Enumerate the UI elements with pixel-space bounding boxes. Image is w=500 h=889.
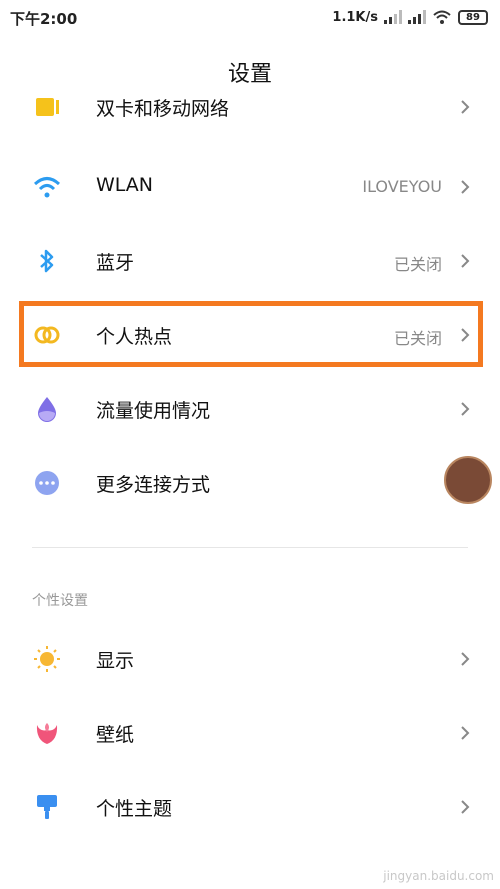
more-dots-icon: [35, 471, 59, 495]
wifi-status-icon: [433, 10, 451, 24]
settings-item-data-usage[interactable]: 流量使用情况: [0, 372, 500, 446]
chevron-right-icon: [461, 800, 470, 814]
chevron-right-icon: [461, 254, 470, 268]
settings-item-bluetooth[interactable]: 蓝牙 已关闭: [0, 224, 500, 298]
settings-item-label: 个性主题: [96, 798, 173, 820]
settings-item-wallpaper[interactable]: 壁纸: [0, 696, 500, 770]
chevron-right-icon: [461, 402, 470, 416]
chevron-right-icon: [461, 100, 470, 114]
divider: [32, 547, 468, 548]
settings-item-sim[interactable]: 双卡和移动网络: [0, 90, 500, 134]
settings-item-theme[interactable]: 个性主题: [0, 770, 500, 844]
flower-icon: [36, 723, 58, 744]
sim-card-icon: [36, 98, 59, 116]
floating-assistant-icon[interactable]: [444, 456, 492, 504]
settings-item-label: WLAN: [96, 174, 154, 196]
battery-icon: 89: [458, 9, 488, 25]
network-speed: 1.1K/s: [332, 9, 378, 25]
status-time: 下午2:00: [10, 10, 78, 28]
water-drop-icon: [38, 397, 56, 422]
chevron-right-icon: [461, 180, 470, 194]
settings-item-label: 蓝牙: [96, 252, 135, 274]
settings-item-label: 显示: [96, 650, 135, 672]
signal-icon-2: [408, 10, 426, 24]
battery-level: 89: [466, 11, 480, 23]
watermark: jingyan.baidu.com: [383, 869, 494, 883]
brush-icon: [37, 795, 57, 819]
chevron-right-icon: [461, 652, 470, 666]
section-title: 个性设置: [32, 593, 88, 609]
settings-item-wlan[interactable]: WLAN ILOVEYOU: [0, 150, 500, 224]
status-right: 1.1K/s 89: [332, 6, 488, 28]
sun-icon: [34, 646, 60, 672]
wlan-value: ILOVEYOU: [362, 177, 442, 196]
settings-item-label: 更多连接方式: [96, 474, 211, 496]
bluetooth-value: 已关闭: [393, 255, 442, 274]
settings-item-more-connections[interactable]: 更多连接方式: [0, 446, 500, 520]
settings-item-label: 双卡和移动网络: [96, 98, 230, 120]
settings-item-label: 壁纸: [96, 724, 135, 746]
bluetooth-icon: [40, 249, 54, 273]
page-title: 设置: [227, 62, 272, 87]
row-clip: 双卡和移动网络: [0, 90, 500, 134]
settings-item-label: 流量使用情况: [96, 400, 211, 422]
status-bar: 下午2:00 1.1K/s 89: [0, 0, 500, 36]
settings-item-display[interactable]: 显示: [0, 622, 500, 696]
signal-icon: [384, 10, 402, 24]
chevron-right-icon: [461, 726, 470, 740]
highlight-box: [19, 301, 483, 367]
wifi-icon: [33, 177, 61, 198]
